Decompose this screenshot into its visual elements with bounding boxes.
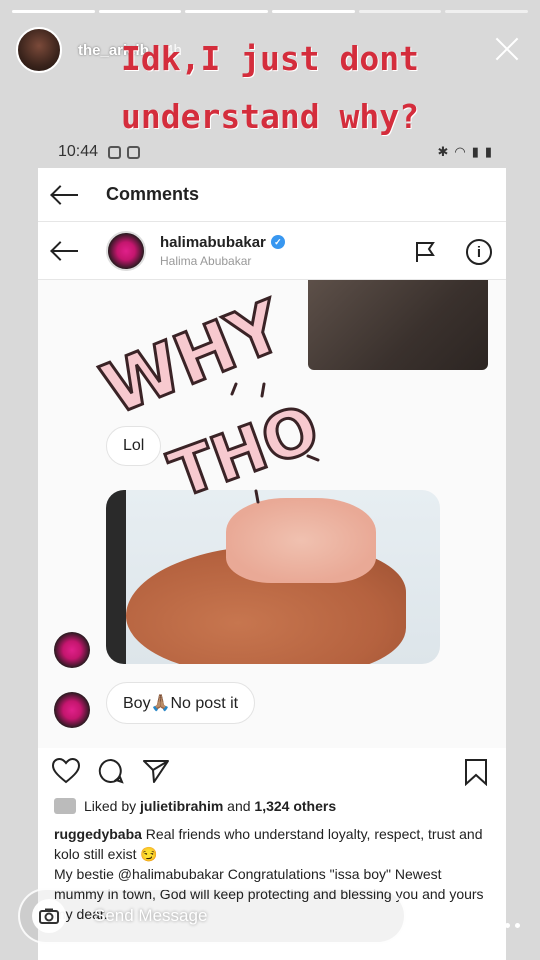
progress-segment <box>358 10 442 13</box>
send-message-placeholder[interactable]: Send Message <box>94 906 207 926</box>
progress-segment <box>445 10 529 13</box>
photo-shadow <box>106 490 126 664</box>
shared-photo-baby-hand[interactable] <box>106 490 440 664</box>
progress-segment <box>12 10 95 13</box>
camera-icon[interactable] <box>32 899 66 933</box>
battery-icon: ▮ <box>484 144 492 159</box>
comments-title: Comments <box>106 184 200 204</box>
sticker-line-2: THO <box>161 392 329 506</box>
comments-header: Comments <box>38 168 506 222</box>
instagram-notification-icon <box>108 145 122 159</box>
progress-segment <box>272 10 355 13</box>
story-progress-bar <box>12 10 529 13</box>
chat-fullname: Halima Abubakar <box>160 253 252 268</box>
back-arrow-icon[interactable] <box>50 241 78 261</box>
chat-username-row: halimabubakar ✓ <box>160 234 285 251</box>
dm-header: halimabubakar ✓ Halima Abubakar i <box>38 222 506 280</box>
story-avatar[interactable] <box>16 27 62 73</box>
bluetooth-icon: ✱ <box>437 144 449 159</box>
caption-username[interactable]: ruggedybaba <box>54 826 142 842</box>
share-icon[interactable] <box>142 758 170 784</box>
liked-by-avatars <box>54 798 76 814</box>
signal-icon: ▮ <box>471 144 479 159</box>
message-avatar[interactable] <box>54 632 90 668</box>
heart-icon[interactable] <box>52 758 80 784</box>
message-avatar[interactable] <box>54 692 90 728</box>
bookmark-icon[interactable] <box>464 758 488 786</box>
info-icon[interactable]: i <box>466 239 492 265</box>
direct-send-icon[interactable] <box>432 902 466 934</box>
close-icon[interactable] <box>492 34 522 64</box>
photo-baby-fingers <box>226 498 376 583</box>
back-arrow-icon[interactable] <box>50 185 78 205</box>
liked-by-row: Liked by julietibrahim and 1,324 others <box>38 792 506 814</box>
liked-by-count[interactable]: 1,324 others <box>254 798 336 814</box>
status-time: 10:44 <box>58 143 99 160</box>
chat-avatar[interactable] <box>106 230 146 271</box>
story-time-ago: 4h <box>165 41 182 59</box>
post-actions <box>38 748 506 792</box>
liked-by-prefix: Liked by <box>84 798 137 814</box>
story-username[interactable]: the_arielb_ <box>78 42 157 59</box>
chat-names: halimabubakar ✓ Halima Abubakar <box>160 234 285 268</box>
why-tho-sticker: WHY THO <box>89 283 330 506</box>
progress-segment <box>98 10 182 13</box>
story-header: the_arielb_ 4h <box>16 26 524 74</box>
wifi-icon: ◠ <box>454 144 466 159</box>
send-message-bar[interactable]: Send Message <box>18 888 406 944</box>
more-options-icon[interactable] <box>495 923 520 928</box>
comment-icon[interactable] <box>98 758 124 784</box>
message-bubble[interactable]: Boy🙏🏽No post it <box>106 682 256 724</box>
inner-status-bar: 10:44 ✱ ◠ ▮ ▮ <box>58 138 492 166</box>
liked-by-user[interactable]: julietibrahim <box>140 798 223 814</box>
flag-icon[interactable] <box>414 240 436 264</box>
liked-by-and: and <box>227 798 251 814</box>
gallery-notification-icon <box>127 145 141 159</box>
verified-badge-icon: ✓ <box>270 235 285 249</box>
chat-username[interactable]: halimabubakar <box>160 234 266 251</box>
progress-segment <box>185 10 269 13</box>
